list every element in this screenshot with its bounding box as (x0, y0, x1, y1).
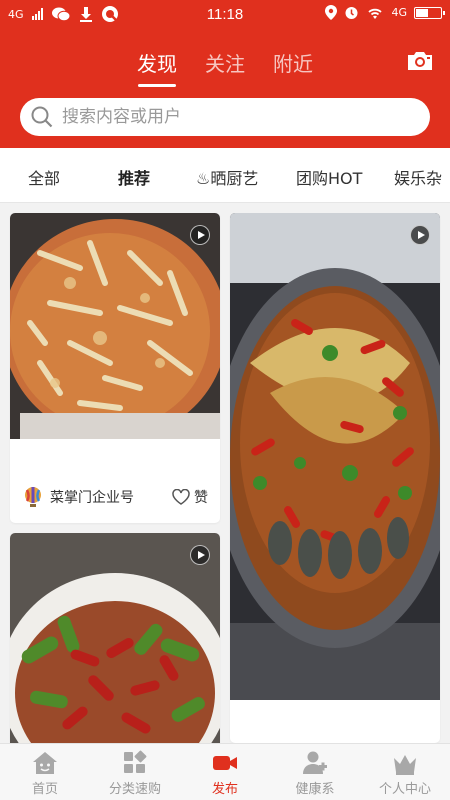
nav-home-label: 首页 (31, 782, 58, 797)
category-all[interactable]: 全部 (28, 165, 60, 189)
author-name: 菜掌门企业号 (50, 490, 134, 506)
wifi-icon (368, 8, 383, 19)
category-group-buy[interactable]: 团购HOT (296, 165, 362, 189)
play-icon (190, 545, 210, 565)
category-entertainment[interactable]: 娱乐杂 (394, 165, 442, 189)
tab-discover[interactable]: 发现 (137, 48, 177, 85)
card-footer: 菜掌门企业号 赞 (10, 473, 220, 523)
video-camera-icon (213, 756, 237, 770)
nav-profile-label: 个人中心 (378, 782, 431, 797)
food-photo-peppers (10, 533, 220, 763)
nav-publish[interactable]: 发布 (180, 744, 270, 800)
play-icon (190, 225, 210, 245)
header: 发现 关注 附近 (0, 30, 450, 148)
card-image (10, 533, 220, 763)
search-icon (31, 106, 53, 128)
location-icon (325, 5, 338, 20)
home-icon (33, 752, 57, 774)
alarm-icon (345, 7, 358, 19)
status-right: 4G (325, 5, 445, 20)
tab-following[interactable]: 关注 (205, 48, 245, 85)
nav-health[interactable]: 健康系 (270, 744, 360, 800)
feed-card[interactable] (230, 213, 440, 743)
nav-category[interactable]: 分类速购 (90, 744, 180, 800)
nav-category-label: 分类速购 (108, 782, 161, 797)
nav-profile[interactable]: 个人中心 (360, 744, 450, 800)
card-image (230, 213, 440, 700)
camera-icon[interactable] (406, 50, 434, 72)
bottom-nav: 首页 分类速购 发布 健康系 个人中心 (0, 743, 450, 800)
like-button[interactable]: 赞 (172, 487, 208, 507)
card-image (10, 213, 220, 439)
top-tabs: 发现 关注 附近 (0, 48, 450, 85)
category-recommended[interactable]: 推荐 (118, 165, 150, 189)
crown-icon (394, 755, 416, 775)
nav-home[interactable]: 首页 (0, 744, 90, 800)
author[interactable]: 菜掌门企业号 (24, 487, 134, 507)
play-icon (410, 225, 430, 245)
network-type-right: 4G (391, 6, 407, 19)
nav-publish-label: 发布 (211, 782, 238, 797)
food-photo-noodles (10, 213, 220, 439)
heart-icon (172, 489, 190, 505)
category-bar: 全部 推荐 ♨晒厨艺 团购HOT 娱乐杂 (0, 148, 450, 203)
nav-health-label: 健康系 (295, 782, 335, 797)
search-bar[interactable] (20, 98, 430, 136)
search-input[interactable] (62, 107, 402, 127)
category-icon (124, 750, 147, 773)
balloon-avatar-icon (25, 487, 41, 507)
tab-nearby[interactable]: 附近 (273, 48, 313, 85)
like-label: 赞 (194, 490, 208, 506)
category-cooking[interactable]: ♨晒厨艺 (196, 165, 258, 189)
battery-icon (414, 6, 445, 19)
status-bar: 4G 11:18 4G (0, 0, 450, 30)
food-photo-fish (230, 213, 440, 700)
feed-card[interactable] (10, 533, 220, 763)
feed-card[interactable]: 菜掌门企业号 赞 (10, 213, 220, 523)
health-person-icon (303, 751, 327, 774)
